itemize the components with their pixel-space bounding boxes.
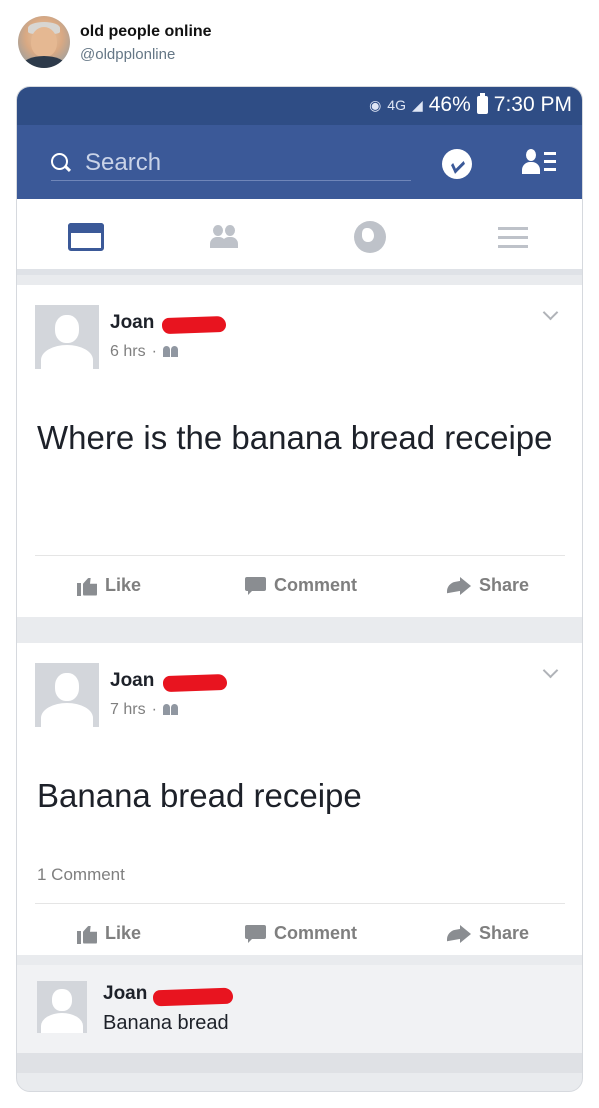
comment-label: Comment — [274, 575, 358, 595]
like-icon — [77, 924, 97, 944]
audience-icon — [162, 346, 179, 358]
share-label: Share — [479, 923, 530, 943]
post-text: Where is the banana bread receipe — [37, 419, 553, 456]
comment-button[interactable]: Comment — [245, 575, 357, 596]
comment-button[interactable]: Comment — [245, 923, 357, 944]
signal-icon: ◢ — [411, 96, 423, 113]
audience-icon — [162, 704, 179, 716]
share-icon — [447, 576, 471, 595]
feed-separator — [17, 1053, 582, 1073]
chevron-down-icon[interactable] — [542, 304, 559, 321]
profile-picture[interactable] — [35, 305, 99, 369]
like-label: Like — [105, 575, 142, 595]
post-actions: Like Comment Share — [17, 575, 582, 615]
post-time: 6 hrs — [110, 343, 146, 360]
account-handle[interactable]: @oldpplonline — [80, 46, 175, 63]
chevron-down-icon[interactable] — [542, 662, 559, 679]
like-button[interactable]: Like — [77, 923, 141, 944]
tab-bar — [17, 199, 582, 275]
globe-icon[interactable] — [352, 221, 390, 253]
post-time: 7 hrs — [110, 701, 146, 718]
comment-item: Joan Banana bread — [17, 965, 582, 1053]
post-author[interactable]: Joan — [110, 312, 154, 334]
share-label: Share — [479, 575, 530, 595]
friend-requests-icon[interactable] — [522, 149, 556, 179]
account-display-name[interactable]: old people online — [80, 23, 212, 41]
divider — [35, 555, 565, 556]
battery-icon — [476, 93, 488, 114]
divider — [35, 903, 565, 904]
like-label: Like — [105, 923, 142, 943]
like-icon — [77, 576, 97, 596]
account-avatar[interactable] — [18, 16, 70, 68]
tweet-header: old people online @oldpplonline — [16, 14, 576, 74]
profile-picture[interactable] — [35, 663, 99, 727]
comment-author[interactable]: Joan — [103, 983, 147, 1005]
messenger-icon[interactable] — [442, 149, 472, 179]
like-button[interactable]: Like — [77, 575, 141, 596]
wifi-icon: ◉ — [369, 96, 382, 113]
commenter-picture[interactable] — [37, 981, 87, 1033]
comment-icon — [245, 576, 266, 595]
facebook-top-bar: Search — [17, 125, 582, 199]
post-author[interactable]: Joan — [110, 670, 154, 692]
share-button[interactable]: Share — [447, 923, 529, 944]
post-timestamp[interactable]: 7 hrs · — [110, 701, 179, 719]
redaction-mark — [152, 987, 234, 1007]
friends-icon[interactable] — [209, 221, 247, 253]
status-bar: ◉ 4G ◢ 46% 7:30 PM — [17, 87, 582, 125]
network-label: 4G — [387, 97, 406, 113]
post-card: Joan 6 hrs · Where is the banana bread r… — [17, 285, 582, 617]
facebook-screenshot: ◉ 4G ◢ 46% 7:30 PM Search Joan 6 hrs · W… — [16, 86, 583, 1092]
news-feed-icon[interactable] — [68, 221, 106, 253]
comment-label: Comment — [274, 923, 358, 943]
redaction-mark — [161, 315, 227, 335]
redaction-mark — [162, 673, 228, 693]
separator-dot: · — [151, 701, 157, 718]
battery-level: 46% — [428, 93, 471, 116]
post-timestamp[interactable]: 6 hrs · — [110, 343, 179, 361]
search-icon — [51, 152, 71, 173]
search-placeholder: Search — [85, 148, 162, 176]
menu-icon[interactable] — [498, 221, 536, 253]
comment-text: Banana bread — [103, 1012, 229, 1034]
comment-count[interactable]: 1 Comment — [37, 865, 125, 885]
clock: 7:30 PM — [493, 93, 572, 116]
share-icon — [447, 924, 471, 943]
separator-dot: · — [151, 343, 157, 360]
post-card: Joan 7 hrs · Banana bread receipe 1 Comm… — [17, 643, 582, 955]
comment-icon — [245, 924, 266, 943]
share-button[interactable]: Share — [447, 575, 529, 596]
post-text: Banana bread receipe — [37, 777, 362, 814]
post-actions: Like Comment Share — [17, 923, 582, 963]
search-input[interactable]: Search — [51, 145, 411, 181]
